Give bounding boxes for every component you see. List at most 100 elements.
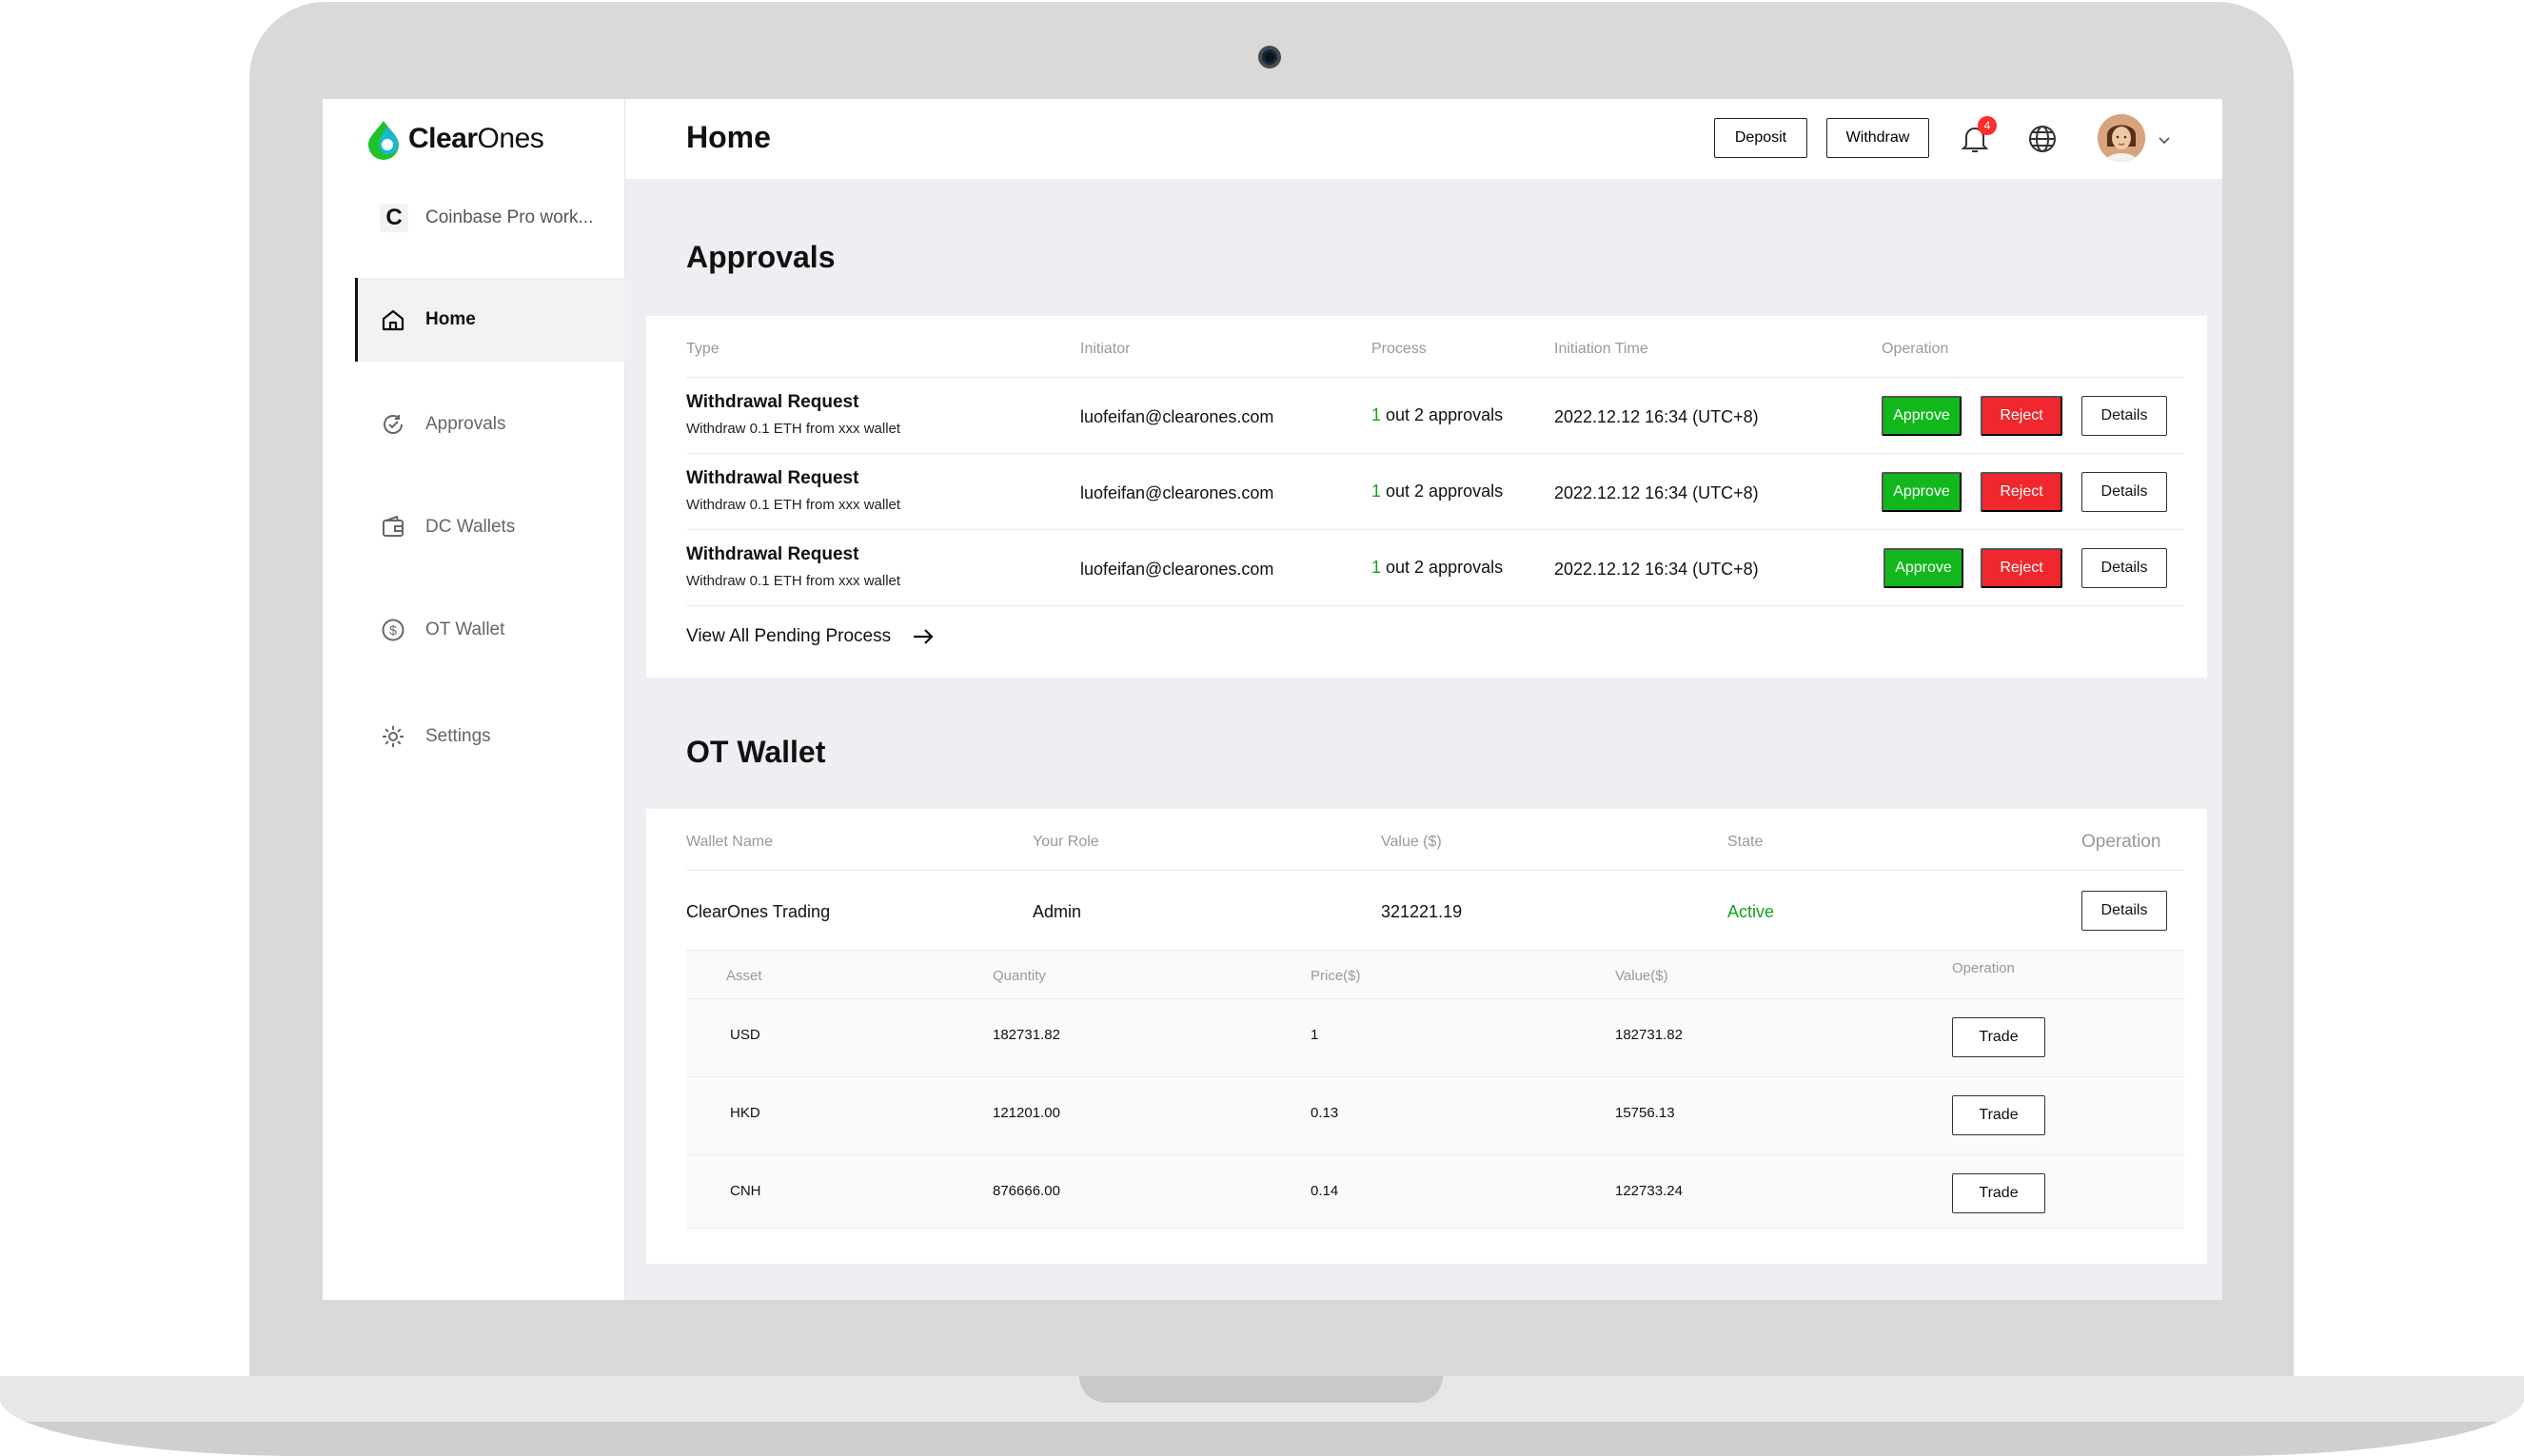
details-button[interactable]: Details bbox=[2081, 548, 2167, 588]
row-divider bbox=[686, 529, 2184, 530]
deposit-button[interactable]: Deposit bbox=[1714, 118, 1807, 158]
reject-button[interactable]: Reject bbox=[1981, 472, 2062, 512]
sidebar: ClearOnes C Coinbase Pro work... Home Ap… bbox=[323, 99, 625, 1300]
sidebar-item-home[interactable]: Home bbox=[355, 278, 625, 362]
withdraw-button[interactable]: Withdraw bbox=[1826, 118, 1929, 158]
notification-count-badge: 4 bbox=[1978, 116, 1997, 135]
approvals-section-title: Approvals bbox=[686, 240, 836, 274]
row-divider bbox=[686, 453, 2184, 454]
row-divider bbox=[686, 870, 2184, 871]
avatar-photo bbox=[2098, 114, 2145, 162]
process-text: out 2 approvals bbox=[1381, 405, 1504, 424]
asset-price: 1 bbox=[1311, 1027, 1319, 1043]
dollar-circle-icon: $ bbox=[380, 617, 406, 643]
sidebar-item-settings[interactable]: Settings bbox=[355, 695, 625, 778]
row-divider bbox=[686, 377, 2184, 378]
chevron-down-icon[interactable] bbox=[2156, 131, 2173, 148]
asset-quantity: 876666.00 bbox=[993, 1183, 1060, 1199]
language-button[interactable] bbox=[2027, 124, 2061, 158]
row-divider bbox=[686, 998, 2184, 999]
initiation-time: 2022.12.12 16:34 (UTC+8) bbox=[1554, 407, 1759, 426]
initiation-time: 2022.12.12 16:34 (UTC+8) bbox=[1554, 560, 1759, 579]
process-count: 1 bbox=[1371, 482, 1382, 501]
column-header-quantity: Quantity bbox=[993, 968, 1046, 984]
workspace-switcher[interactable]: C Coinbase Pro work... bbox=[380, 204, 593, 232]
process-status: 1 out 2 approvals bbox=[1371, 482, 1503, 502]
sidebar-item-approvals[interactable]: Approvals bbox=[355, 383, 625, 466]
column-header-process: Process bbox=[1371, 341, 1427, 357]
brand-logo[interactable]: ClearOnes bbox=[363, 118, 544, 160]
wallet-state-badge: Active bbox=[1727, 902, 1775, 921]
arrow-right-icon bbox=[914, 629, 934, 644]
home-icon bbox=[380, 306, 406, 333]
details-button[interactable]: Details bbox=[2081, 396, 2167, 436]
approve-button[interactable]: Approve bbox=[1882, 396, 1962, 436]
column-header-type: Type bbox=[686, 341, 720, 357]
sidebar-item-ot-wallet[interactable]: $ OT Wallet bbox=[355, 588, 625, 672]
wallet-name: ClearOnes Trading bbox=[686, 902, 831, 921]
globe-icon bbox=[2029, 126, 2056, 152]
workspace-name: Coinbase Pro work... bbox=[425, 207, 594, 227]
process-count: 1 bbox=[1371, 558, 1382, 577]
notifications-button[interactable]: 4 bbox=[1961, 116, 1997, 158]
sidebar-item-dc-wallets[interactable]: DC Wallets bbox=[355, 485, 625, 569]
top-bar: Home Deposit Withdraw 4 bbox=[625, 99, 2222, 179]
asset-quantity: 182731.82 bbox=[993, 1027, 1060, 1043]
column-header-state: State bbox=[1727, 834, 1764, 850]
view-all-pending-label: View All Pending Process bbox=[686, 626, 892, 646]
initiator-email: luofeifan@clearones.com bbox=[1080, 407, 1274, 426]
brand-name: ClearOnes bbox=[408, 123, 544, 154]
column-header-initiator: Initiator bbox=[1080, 341, 1131, 357]
request-type: Withdrawal Request bbox=[686, 544, 859, 564]
view-all-pending-link[interactable]: View All Pending Process bbox=[686, 626, 935, 647]
reject-button[interactable]: Reject bbox=[1981, 548, 2062, 588]
asset-code: HKD bbox=[730, 1105, 760, 1121]
laptop-notch bbox=[1079, 1376, 1443, 1403]
column-header-value: Value ($) bbox=[1381, 834, 1442, 850]
svg-text:$: $ bbox=[389, 622, 397, 638]
asset-value: 122733.24 bbox=[1615, 1183, 1683, 1199]
request-detail: Withdraw 0.1 ETH from xxx wallet bbox=[686, 573, 901, 589]
row-divider bbox=[686, 1154, 2184, 1155]
request-type: Withdrawal Request bbox=[686, 468, 859, 488]
column-header-asset-operation: Operation bbox=[1952, 960, 2015, 976]
gear-icon bbox=[380, 723, 406, 750]
asset-price: 0.13 bbox=[1311, 1105, 1339, 1121]
process-text: out 2 approvals bbox=[1381, 558, 1504, 577]
sidebar-item-label: Approvals bbox=[425, 414, 506, 434]
page-title: Home bbox=[686, 120, 771, 154]
reject-button[interactable]: Reject bbox=[1981, 396, 2062, 436]
details-button[interactable]: Details bbox=[2081, 472, 2167, 512]
column-header-operation: Operation bbox=[1882, 341, 1949, 357]
request-detail: Withdraw 0.1 ETH from xxx wallet bbox=[686, 497, 901, 513]
asset-code: CNH bbox=[730, 1183, 761, 1199]
column-header-wallet-name: Wallet Name bbox=[686, 834, 773, 850]
approve-button[interactable]: Approve bbox=[1883, 548, 1963, 588]
process-status: 1 out 2 approvals bbox=[1371, 558, 1503, 578]
approvals-card: Type Initiator Process Initiation Time O… bbox=[646, 316, 2207, 678]
column-header-asset-value: Value($) bbox=[1615, 968, 1668, 984]
asset-table: Asset Quantity Price($) Value($) Operati… bbox=[686, 951, 2184, 1229]
column-header-price: Price($) bbox=[1311, 968, 1361, 984]
sidebar-item-label: Settings bbox=[425, 726, 491, 746]
process-count: 1 bbox=[1371, 405, 1382, 424]
drop-logo-icon bbox=[363, 118, 404, 160]
user-avatar[interactable] bbox=[2098, 114, 2145, 162]
row-divider bbox=[686, 1076, 2184, 1077]
initiator-email: luofeifan@clearones.com bbox=[1080, 483, 1274, 502]
ot-wallet-card: Wallet Name Your Role Value ($) State Op… bbox=[646, 809, 2207, 1264]
row-divider bbox=[686, 1228, 2184, 1229]
sidebar-item-label: DC Wallets bbox=[425, 517, 516, 537]
wallet-details-button[interactable]: Details bbox=[2081, 891, 2167, 931]
wallet-role: Admin bbox=[1033, 902, 1082, 921]
approve-button[interactable]: Approve bbox=[1882, 472, 1962, 512]
trade-button[interactable]: Trade bbox=[1952, 1173, 2045, 1213]
asset-value: 182731.82 bbox=[1615, 1027, 1683, 1043]
asset-code: USD bbox=[730, 1027, 760, 1043]
laptop-camera bbox=[1258, 46, 1281, 69]
app-screen: ClearOnes C Coinbase Pro work... Home Ap… bbox=[323, 99, 2222, 1300]
trade-button[interactable]: Trade bbox=[1952, 1095, 2045, 1135]
process-status: 1 out 2 approvals bbox=[1371, 405, 1503, 425]
sidebar-item-label: Home bbox=[425, 309, 476, 329]
trade-button[interactable]: Trade bbox=[1952, 1017, 2045, 1057]
